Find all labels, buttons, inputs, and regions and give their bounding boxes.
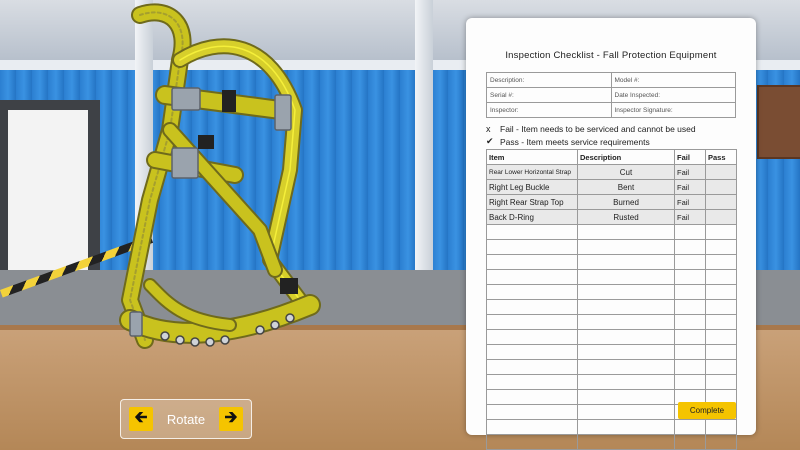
date-inspected-field[interactable]: Date Inspected: bbox=[610, 87, 736, 103]
description-field[interactable]: Description: bbox=[486, 72, 612, 88]
table-row[interactable]: Right Rear Strap Top Burned Fail bbox=[486, 194, 737, 210]
pass-check-icon: ✔ bbox=[486, 136, 494, 146]
fail-x-icon: x bbox=[486, 123, 491, 134]
empty-row bbox=[486, 434, 737, 450]
inspection-info-table: Description: Model #: Serial #: Date Ins… bbox=[486, 72, 736, 118]
column-header-description: Description bbox=[577, 149, 675, 165]
complete-button[interactable]: Complete bbox=[678, 402, 736, 419]
column-header-fail: Fail bbox=[674, 149, 706, 165]
item-cell: Back D-Ring bbox=[486, 209, 578, 225]
fail-legend-text: Fail - Item needs to be serviced and can… bbox=[500, 123, 696, 134]
rotate-right-button[interactable]: 🡲 bbox=[219, 407, 243, 431]
pass-cell[interactable] bbox=[705, 179, 737, 195]
checklist-title: Inspection Checklist - Fall Protection E… bbox=[505, 50, 717, 61]
inspection-checklist-panel: Inspection Checklist - Fall Protection E… bbox=[466, 18, 756, 450]
empty-row bbox=[486, 239, 737, 255]
safety-harness-model[interactable] bbox=[110, 0, 340, 380]
rotate-left-button[interactable]: 🡰 bbox=[129, 407, 153, 431]
description-cell: Rusted bbox=[577, 209, 675, 225]
inspector-field[interactable]: Inspector: bbox=[486, 102, 612, 118]
column-header-item: Item bbox=[486, 149, 578, 165]
pass-cell[interactable] bbox=[705, 209, 737, 225]
table-row[interactable]: Back D-Ring Rusted Fail bbox=[486, 209, 737, 225]
arrow-right-icon: 🡲 bbox=[224, 408, 238, 426]
fail-cell[interactable]: Fail bbox=[674, 164, 706, 180]
door bbox=[0, 100, 100, 275]
fail-cell[interactable]: Fail bbox=[674, 194, 706, 210]
fail-cell[interactable]: Fail bbox=[674, 209, 706, 225]
empty-row bbox=[486, 284, 737, 300]
empty-row bbox=[486, 224, 737, 240]
item-cell: Right Rear Strap Top bbox=[486, 194, 578, 210]
description-cell: Cut bbox=[577, 164, 675, 180]
fail-cell[interactable]: Fail bbox=[674, 179, 706, 195]
column-header-pass: Pass bbox=[705, 149, 737, 165]
description-cell: Burned bbox=[577, 194, 675, 210]
table-row[interactable]: Right Leg Buckle Bent Fail bbox=[486, 179, 737, 195]
empty-row bbox=[486, 419, 737, 435]
arrow-left-icon: 🡰 bbox=[134, 408, 148, 426]
empty-row bbox=[486, 269, 737, 285]
empty-row bbox=[486, 329, 737, 345]
item-cell: Right Leg Buckle bbox=[486, 179, 578, 195]
inspector-signature-field[interactable]: Inspector Signature: bbox=[610, 102, 736, 118]
empty-row bbox=[486, 344, 737, 360]
checklist-legend: x Fail - Item needs to be serviced and ca… bbox=[486, 122, 696, 148]
rotate-label: Rotate bbox=[166, 411, 206, 427]
serial-field[interactable]: Serial #: bbox=[486, 87, 612, 103]
pass-cell[interactable] bbox=[705, 164, 737, 180]
rotate-control: 🡰 Rotate 🡲 bbox=[120, 399, 252, 439]
empty-row bbox=[486, 254, 737, 270]
empty-row bbox=[486, 374, 737, 390]
model-field[interactable]: Model #: bbox=[610, 72, 736, 88]
pass-legend-text: Pass - Item meets service requirements bbox=[500, 136, 650, 147]
empty-row bbox=[486, 299, 737, 315]
table-row[interactable]: Rear Lower Horizontal Strap Cut Fail bbox=[486, 164, 737, 180]
pass-cell[interactable] bbox=[705, 194, 737, 210]
item-cell: Rear Lower Horizontal Strap bbox=[486, 164, 578, 180]
empty-row bbox=[486, 314, 737, 330]
description-cell: Bent bbox=[577, 179, 675, 195]
empty-row bbox=[486, 359, 737, 375]
crate bbox=[757, 85, 800, 159]
